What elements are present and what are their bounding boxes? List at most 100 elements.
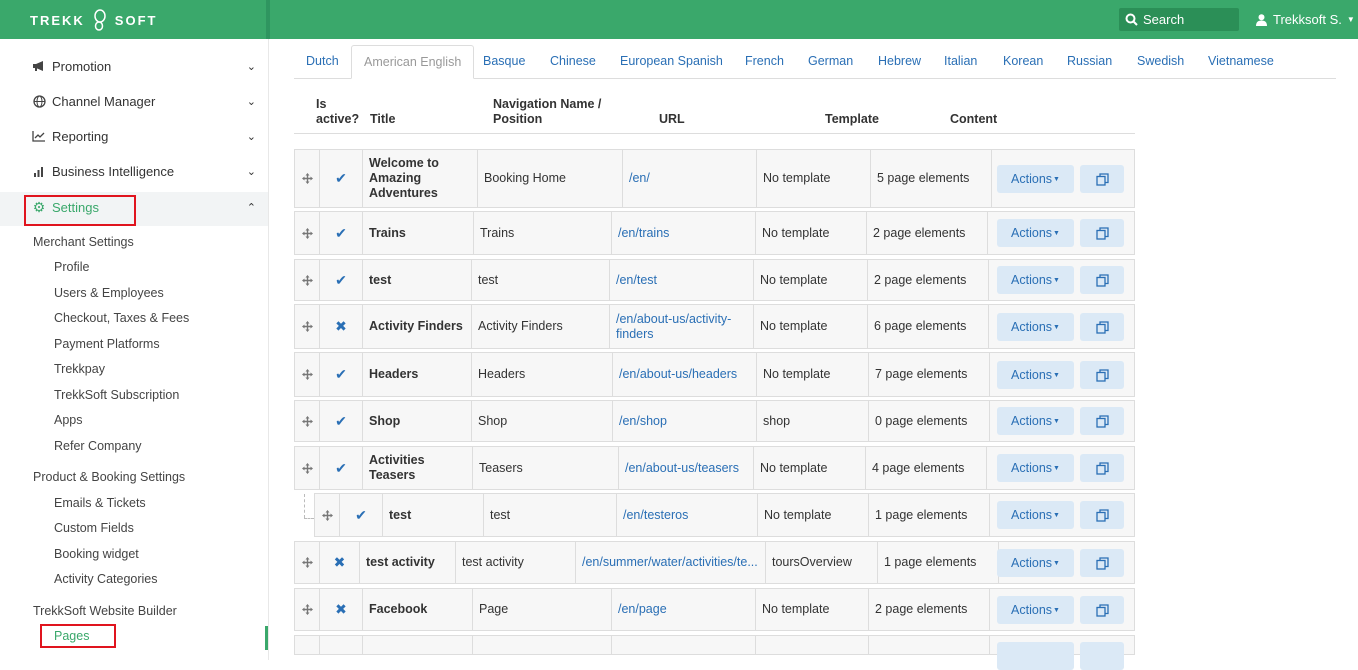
duplicate-page-button[interactable] <box>1080 501 1124 529</box>
duplicate-page-button[interactable] <box>1080 596 1124 624</box>
tab-russian[interactable]: Russian <box>1055 45 1124 79</box>
drag-handle[interactable] <box>295 212 320 254</box>
tab-dutch[interactable]: Dutch <box>294 45 351 79</box>
active-check-icon[interactable]: ✔ <box>340 494 383 536</box>
actions-dropdown-button[interactable]: Actions ▼ <box>997 165 1074 193</box>
tab-american-english[interactable]: American English <box>351 45 475 79</box>
duplicate-page-button[interactable] <box>1080 361 1124 389</box>
actions-dropdown-button[interactable]: Actions ▼ <box>997 313 1074 341</box>
actions-dropdown-button[interactable]: Actions ▼ <box>997 501 1074 529</box>
inactive-cross-icon[interactable]: ✖ <box>320 542 360 583</box>
table-row: ✔ Trains Trains/en/trains No template 2 page… <box>294 211 1135 255</box>
tab-french[interactable]: French <box>733 45 796 79</box>
logo-text-left: TREKK <box>30 12 85 28</box>
page-url-link[interactable]: /en/shop <box>613 401 757 441</box>
tab-hebrew[interactable]: Hebrew <box>866 45 933 79</box>
actions-dropdown-button[interactable]: Actions ▼ <box>997 549 1074 577</box>
inactive-cross-icon[interactable]: ✖ <box>320 305 363 348</box>
sidebar-link-activity-categories[interactable]: Activity Categories <box>54 572 158 586</box>
status-cell[interactable] <box>320 636 363 654</box>
drag-handle[interactable] <box>295 636 320 654</box>
duplicate-page-button[interactable] <box>1080 407 1124 435</box>
drag-handle[interactable] <box>295 401 320 441</box>
sidebar-item-channel-manager[interactable]: Channel Manager ⌄ <box>32 91 258 111</box>
sidebar-link-refer-company[interactable]: Refer Company <box>54 439 142 453</box>
user-icon <box>1256 13 1267 26</box>
tab-swedish[interactable]: Swedish <box>1125 45 1196 79</box>
active-check-icon[interactable]: ✔ <box>320 212 363 254</box>
page-url-link[interactable]: /en/test <box>610 260 754 300</box>
duplicate-page-button[interactable] <box>1080 266 1124 294</box>
table-row <box>294 635 1135 670</box>
navigation-name-cell: Headers <box>472 353 613 396</box>
sidebar-link-checkout-taxes-fees[interactable]: Checkout, Taxes & Fees <box>54 311 189 325</box>
tab-chinese[interactable]: Chinese <box>538 45 608 79</box>
drag-handle[interactable] <box>295 260 320 300</box>
page-url-link[interactable]: /en/summer/water/activities/te... <box>576 542 766 583</box>
actions-dropdown-button[interactable]: Actions ▼ <box>997 596 1074 624</box>
duplicate-page-button[interactable] <box>1080 642 1124 670</box>
sidebar-link-payment-platforms[interactable]: Payment Platforms <box>54 337 160 351</box>
page-url-link[interactable]: /en/trains <box>612 212 756 254</box>
drag-handle[interactable] <box>295 447 320 489</box>
sidebar-group-product-booking-settings[interactable]: Product & Booking Settings <box>33 470 185 484</box>
duplicate-page-button[interactable] <box>1080 454 1124 482</box>
sidebar-link-trekkpay[interactable]: Trekkpay <box>54 362 105 376</box>
copy-icon <box>1095 320 1109 334</box>
actions-dropdown-button[interactable]: Actions ▼ <box>997 266 1074 294</box>
active-check-icon[interactable]: ✔ <box>320 353 363 396</box>
tab-italian[interactable]: Italian <box>932 45 989 79</box>
sidebar-link-apps[interactable]: Apps <box>54 413 83 427</box>
caret-down-icon: ▼ <box>1053 229 1060 237</box>
tab-german[interactable]: German <box>796 45 865 79</box>
page-url-link[interactable]: /en/ <box>623 150 757 207</box>
sidebar-item-reporting[interactable]: Reporting ⌄ <box>32 126 258 146</box>
page-url-link[interactable] <box>612 636 756 654</box>
page-url-link[interactable]: /en/about-us/headers <box>613 353 757 396</box>
user-menu[interactable]: Trekksoft S. ▼ <box>1256 12 1355 27</box>
sidebar-link-custom-fields[interactable]: Custom Fields <box>54 521 134 535</box>
sidebar-link-booking-widget[interactable]: Booking widget <box>54 547 139 561</box>
sidebar-link-trekksoft-subscription[interactable]: TrekkSoft Subscription <box>54 388 179 402</box>
sidebar-link-profile[interactable]: Profile <box>54 260 89 274</box>
drag-handle[interactable] <box>295 353 320 396</box>
actions-dropdown-button[interactable]: Actions ▼ <box>997 361 1074 389</box>
drag-handle[interactable] <box>315 494 340 536</box>
sidebar-group-website-builder[interactable]: TrekkSoft Website Builder <box>33 604 177 618</box>
duplicate-page-button[interactable] <box>1080 219 1124 247</box>
search-box[interactable]: Search <box>1119 8 1239 31</box>
sidebar-link-emails-tickets[interactable]: Emails & Tickets <box>54 496 146 510</box>
template-cell: No template <box>756 589 869 630</box>
tab-basque[interactable]: Basque <box>471 45 537 79</box>
actions-dropdown-button[interactable]: Actions ▼ <box>997 219 1074 247</box>
active-check-icon[interactable]: ✔ <box>320 401 363 441</box>
duplicate-page-button[interactable] <box>1080 165 1124 193</box>
drag-handle[interactable] <box>295 542 320 583</box>
sidebar-item-promotion[interactable]: Promotion ⌄ <box>32 56 258 76</box>
page-url-link[interactable]: /en/about-us/activity-finders <box>610 305 754 348</box>
page-url-link[interactable]: /en/about-us/teasers <box>619 447 754 489</box>
active-check-icon[interactable]: ✔ <box>320 447 363 489</box>
active-check-icon[interactable]: ✔ <box>320 150 363 207</box>
actions-dropdown-button[interactable]: Actions ▼ <box>997 407 1074 435</box>
active-check-icon[interactable]: ✔ <box>320 260 363 300</box>
trekksoft-logo[interactable]: TREKK SOFT <box>30 9 157 31</box>
duplicate-page-button[interactable] <box>1080 313 1124 341</box>
drag-handle[interactable] <box>295 150 320 207</box>
duplicate-page-button[interactable] <box>1080 549 1124 577</box>
page-url-link[interactable]: /en/page <box>612 589 756 630</box>
navigation-name-cell-text: Trains <box>480 225 515 240</box>
actions-dropdown-button[interactable]: Actions ▼ <box>997 454 1074 482</box>
tab-european-spanish[interactable]: European Spanish <box>608 45 735 79</box>
actions-dropdown-button[interactable] <box>997 642 1074 670</box>
drag-handle[interactable] <box>295 305 320 348</box>
drag-handle[interactable] <box>295 589 320 630</box>
tab-korean[interactable]: Korean <box>991 45 1055 79</box>
navigation-name-cell-text: Headers <box>478 367 526 381</box>
sidebar-link-users-employees[interactable]: Users & Employees <box>54 286 164 300</box>
tab-vietnamese[interactable]: Vietnamese <box>1196 45 1286 79</box>
inactive-cross-icon[interactable]: ✖ <box>320 589 363 630</box>
page-url-link[interactable]: /en/testeros <box>617 494 758 536</box>
sidebar-group-merchant-settings[interactable]: Merchant Settings <box>33 235 134 249</box>
sidebar-item-business-intelligence[interactable]: Business Intelligence ⌄ <box>32 161 258 181</box>
